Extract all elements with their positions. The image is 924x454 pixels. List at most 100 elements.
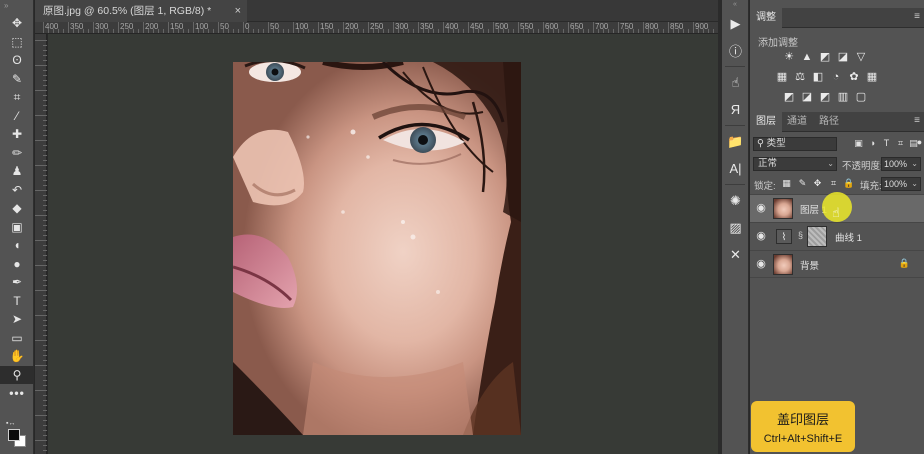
type-tool-icon[interactable]: T	[0, 292, 34, 311]
visibility-eye-icon[interactable]: ◉	[754, 201, 768, 215]
more-tools-icon[interactable]: •••	[0, 384, 34, 403]
folder-icon[interactable]: 📁	[722, 128, 749, 155]
marquee-tool-icon[interactable]: ⬚	[0, 33, 34, 52]
gradient-tool-icon[interactable]: ▣	[0, 218, 34, 237]
healing-brush-tool-icon[interactable]: ✚	[0, 125, 34, 144]
quick-select-tool-icon[interactable]: ✎	[0, 70, 34, 89]
ruler-minor-tick	[463, 29, 464, 33]
filter-adjustment-icon[interactable]: ◑	[867, 138, 878, 149]
adjustment-row1-1-icon[interactable]: ▲	[801, 51, 813, 63]
ruler-minor-tick	[448, 29, 449, 33]
crop-tool-icon[interactable]: ⌗	[0, 88, 34, 107]
adjustment-row2-0-icon[interactable]: ▦	[776, 71, 788, 83]
adjustment-row3-2-icon[interactable]: ◩	[819, 91, 831, 103]
blur-tool-icon[interactable]: ◖	[0, 236, 34, 255]
layer-row-background[interactable]: ◉ 背景 🔒	[750, 250, 924, 278]
adjustment-row1-0-icon[interactable]: ☀	[783, 51, 795, 63]
color-swatches[interactable]: ▪↔	[6, 420, 30, 447]
tools-icon[interactable]: ✕	[722, 241, 749, 268]
opacity-input[interactable]: 100% ⌄	[881, 157, 921, 171]
toolbar-collapse-icon[interactable]: »	[0, 0, 33, 14]
tab-layers[interactable]: 图层	[750, 112, 782, 132]
pen-tool-icon[interactable]: ✒	[0, 273, 34, 292]
brush-tool-icon[interactable]: ✏	[0, 144, 34, 163]
layers-menu-icon[interactable]: ≡	[914, 115, 920, 126]
history-brush-tool-icon[interactable]: ↶	[0, 181, 34, 200]
ruler-minor-tick	[298, 29, 299, 33]
fill-value: 100%	[884, 179, 908, 189]
paragraph-icon[interactable]: A|	[722, 155, 749, 182]
filter-pixel-icon[interactable]: ▣	[853, 138, 864, 149]
ruler-minor-tick	[523, 29, 524, 33]
adjustment-row2-2-icon[interactable]: ◧	[812, 71, 824, 83]
blend-mode-select[interactable]: 正常 ⌄	[753, 157, 837, 171]
adjustment-row3-1-icon[interactable]: ◪	[801, 91, 813, 103]
fill-input[interactable]: 100% ⌄	[881, 177, 921, 191]
settings-wheel-icon[interactable]: ✺	[722, 187, 749, 214]
foreground-color-swatch[interactable]	[8, 429, 20, 441]
move-tool-icon[interactable]: ✥	[0, 14, 34, 33]
adjustment-row2-5-icon[interactable]: ▦	[866, 71, 878, 83]
adjustment-row2-4-icon[interactable]: ✿	[848, 71, 860, 83]
eyedropper-tool-icon[interactable]: ⁄	[0, 107, 34, 126]
clone-stamp-tool-icon[interactable]: ♟	[0, 162, 34, 181]
eraser-tool-icon[interactable]: ◆	[0, 199, 34, 218]
ruler-tick	[43, 270, 47, 271]
close-tab-icon[interactable]: ×	[235, 0, 241, 22]
filter-toggle-icon[interactable]: ●	[914, 137, 924, 148]
zoom-tool-icon[interactable]: ⚲	[0, 365, 34, 384]
lock-all-icon[interactable]: 🔒	[843, 177, 854, 189]
ruler-minor-tick	[283, 29, 284, 33]
chevron-down-icon[interactable]: ⌄	[911, 178, 918, 190]
lasso-tool-icon[interactable]: ʘ	[0, 51, 34, 70]
ruler-label: 100	[195, 22, 209, 31]
tab-channels[interactable]: 通道	[781, 112, 813, 132]
layer-filter-select[interactable]: ⚲ 类型	[753, 137, 837, 151]
lock-position-icon[interactable]: ✥	[812, 177, 823, 189]
document-image[interactable]	[233, 62, 521, 435]
document-tab[interactable]: 原图.jpg @ 60.5% (图层 1, RGB/8) * ×	[35, 0, 247, 22]
ruler-minor-tick	[613, 29, 614, 33]
layer-name[interactable]: 曲线 1	[835, 230, 862, 244]
adjustment-row1-2-icon[interactable]: ◩	[819, 51, 831, 63]
path-select-tool-icon[interactable]: ➤	[0, 310, 34, 329]
hand-tool-icon[interactable]: ✋	[0, 347, 34, 366]
dodge-tool-icon[interactable]: ●	[0, 255, 34, 274]
chevron-down-icon[interactable]: ⌄	[911, 158, 918, 170]
adjustment-row1-3-icon[interactable]: ◪	[837, 51, 849, 63]
lock-transparency-icon[interactable]: ▦	[781, 177, 792, 189]
image-icon[interactable]: ▨	[722, 214, 749, 241]
dock-collapse-icon[interactable]: «	[722, 0, 748, 10]
ruler-minor-tick	[58, 29, 59, 33]
visibility-eye-icon[interactable]: ◉	[754, 257, 768, 271]
layer-thumbnail	[773, 198, 793, 219]
info-icon[interactable]: ⓘ	[722, 37, 749, 64]
glyph-icon[interactable]: Я	[722, 96, 749, 123]
layer-mask-thumbnail[interactable]	[807, 226, 827, 247]
hand-cursor-icon: ☝	[832, 205, 840, 220]
adjustment-row3-4-icon[interactable]: ▢	[855, 91, 867, 103]
adjustment-row2-3-icon[interactable]: ◔	[830, 71, 842, 83]
visibility-eye-icon[interactable]: ◉	[754, 229, 768, 243]
adjustment-row1-4-icon[interactable]: ▽	[855, 51, 867, 63]
hand-adjust-icon[interactable]: ☝	[722, 69, 749, 96]
adjustment-row3-0-icon[interactable]: ◩	[783, 91, 795, 103]
shape-tool-icon[interactable]: ▭	[0, 329, 34, 348]
tab-adjustments[interactable]: 调整	[750, 8, 782, 28]
ruler-minor-tick	[253, 29, 254, 33]
ruler-minor-tick	[88, 29, 89, 33]
default-colors-icon[interactable]: ▪↔	[6, 420, 15, 427]
adjustments-menu-icon[interactable]: ≡	[914, 11, 920, 22]
lock-image-icon[interactable]: ✎	[797, 177, 808, 189]
layer-name[interactable]: 背景	[800, 258, 819, 272]
tab-paths[interactable]: 路径	[813, 112, 845, 132]
lock-artboard-icon[interactable]: ⌗	[828, 177, 839, 189]
mask-link-icon[interactable]: §	[798, 230, 803, 240]
filter-shape-icon[interactable]: ⌗	[895, 138, 906, 149]
layer-row-curves-1[interactable]: ◉ ⌇ § 曲线 1	[750, 222, 924, 250]
ruler-tick	[35, 440, 47, 441]
adjustment-row3-3-icon[interactable]: ▥	[837, 91, 849, 103]
filter-type-icon[interactable]: T	[881, 138, 892, 149]
adjustment-row2-1-icon[interactable]: ⚖	[794, 71, 806, 83]
play-icon[interactable]: ▶	[722, 10, 749, 37]
